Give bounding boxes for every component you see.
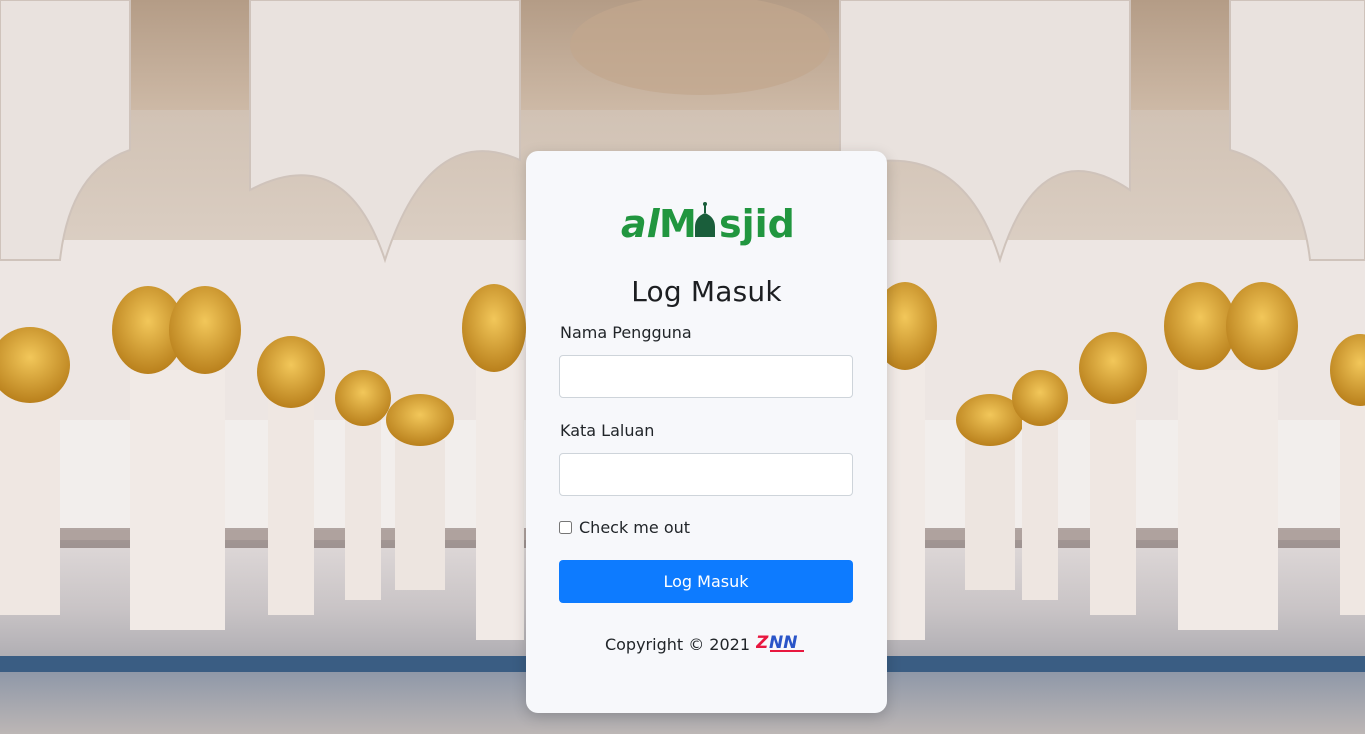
mosque-dome-icon: al M sjid [621,202,795,246]
footer: Copyright © 2021 Z NN [526,633,887,655]
username-label: Nama Pengguna [560,323,692,342]
remember-row: Check me out [559,518,690,537]
login-button[interactable]: Log Masuk [559,560,853,603]
almasjid-logo: al M sjid [526,195,887,251]
username-input[interactable] [559,355,853,398]
svg-text:Z: Z [756,633,769,653]
copyright-text: Copyright © 2021 [604,634,751,654]
logo-text-suffix: sjid [719,202,795,246]
svg-text:M: M [659,202,697,246]
page-title: Log Masuk [631,275,782,308]
logo-text-prefix: al [621,202,661,246]
remember-label[interactable]: Check me out [579,518,690,537]
remember-checkbox[interactable] [559,521,572,534]
znn-logo-icon: Z NN [756,633,805,653]
login-card: al M sjid Log Masuk Nama Pengguna Kata L… [526,151,887,713]
password-input[interactable] [559,453,853,496]
password-label: Kata Laluan [560,421,655,440]
